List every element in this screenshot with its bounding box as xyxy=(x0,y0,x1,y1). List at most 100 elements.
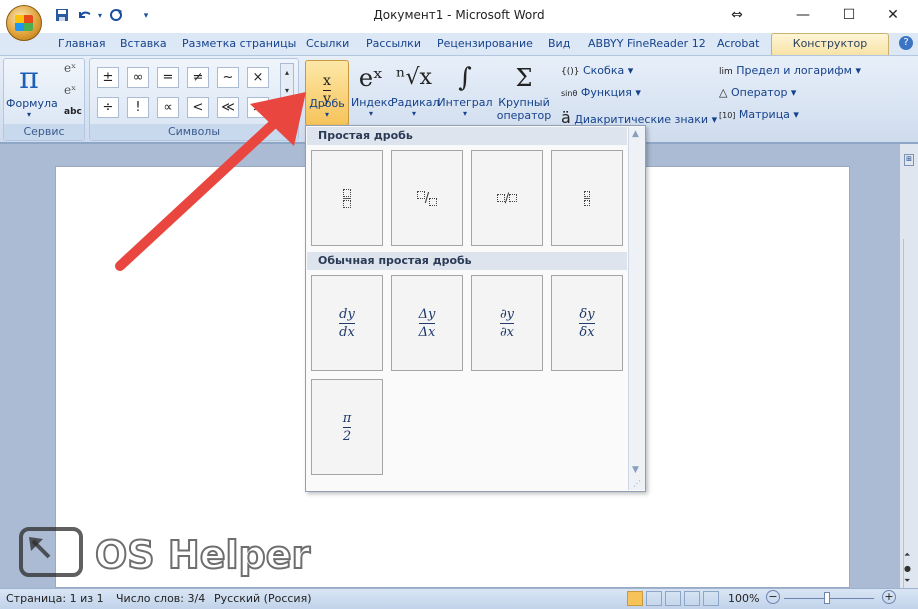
section-simple-fraction: Простая дробь xyxy=(307,127,627,145)
tab-view[interactable]: Вид xyxy=(548,37,570,55)
zoom-in-button[interactable]: + xyxy=(882,590,896,604)
tab-home[interactable]: Главная xyxy=(58,37,106,55)
symbol-less-than[interactable]: < xyxy=(187,97,209,118)
tab-review[interactable]: Рецензирование xyxy=(437,37,533,55)
status-bar: Страница: 1 из 1 Число слов: 3/4 Русский… xyxy=(0,588,918,609)
symbol-much-less[interactable]: ≪ xyxy=(217,97,239,118)
tab-abbyy[interactable]: ABBYY FineReader 12 xyxy=(588,37,706,55)
title-bar: Документ1 - Microsoft Word ▾ ▾ ⇔ — ☐ ✕ xyxy=(0,0,918,33)
matrix-button[interactable]: [10] Матрица ▾ xyxy=(719,108,799,121)
formula-button[interactable]: π Формула ▾ xyxy=(6,61,58,127)
symbol-equals[interactable]: = xyxy=(157,67,179,88)
office-logo-icon xyxy=(15,15,33,31)
large-operator-button[interactable]: Σ Крупный оператор xyxy=(493,60,555,126)
integral-button[interactable]: ∫ Интеграл ▾ xyxy=(437,60,493,126)
limit-icon: lim xyxy=(719,67,733,77)
fraction-button[interactable]: xy Дробь ▾ xyxy=(305,60,349,126)
watermark-cursor-icon xyxy=(19,527,83,577)
fraction-skewed[interactable]: / xyxy=(391,150,463,246)
help-icon[interactable]: ? xyxy=(899,36,913,50)
tab-mailings[interactable]: Рассылки xyxy=(366,37,421,55)
next-page-icon[interactable]: ⏷ xyxy=(904,576,910,586)
fraction-denominator: dx xyxy=(339,324,355,340)
function-button[interactable]: sinθ Функция ▾ xyxy=(561,86,641,99)
vertical-scrollbar[interactable]: ⊞ ⏶ ● ⏷ xyxy=(900,144,918,609)
symbol-divide[interactable]: ÷ xyxy=(97,97,119,118)
symbols-row-1: ± ∞ = ≠ ~ × xyxy=(97,67,269,88)
symbols-scroll[interactable]: ▴ ▾ ▾ xyxy=(280,63,294,121)
page-count[interactable]: Страница: 1 из 1 xyxy=(6,592,104,605)
zoom-out-button[interactable]: − xyxy=(766,590,780,604)
undo-dropdown-icon[interactable]: ▾ xyxy=(92,8,108,24)
web-layout-icon[interactable] xyxy=(665,591,681,606)
chevron-down-icon: ▾ xyxy=(462,109,467,118)
matrix-label: Матрица xyxy=(738,108,790,121)
linear-format-icon[interactable]: eˣ xyxy=(64,83,76,97)
fraction-icon: xy xyxy=(323,73,331,107)
symbol-factorial[interactable]: ! xyxy=(127,97,149,118)
scroll-up-icon[interactable]: ▲ xyxy=(632,129,639,139)
zoom-level[interactable]: 100% xyxy=(728,592,759,605)
fraction-partial-y-partial-x[interactable]: ∂y ∂x xyxy=(471,275,543,371)
limit-log-label: Предел и логарифм xyxy=(736,64,852,77)
symbol-not-equal[interactable]: ≠ xyxy=(187,67,209,88)
group-symbols: ± ∞ = ≠ ~ × ÷ ! ∝ < ≪ > ▴ ▾ ▾ Символы xyxy=(89,58,299,141)
bracket-label: Скобка xyxy=(582,64,625,77)
tab-design[interactable]: Конструктор xyxy=(771,33,889,55)
fraction-linear[interactable]: / xyxy=(471,150,543,246)
operator-button[interactable]: △ Оператор ▾ xyxy=(719,86,796,99)
normal-text-icon[interactable]: abc xyxy=(64,107,82,117)
prev-page-icon[interactable]: ⏶ xyxy=(904,550,910,560)
limit-log-button[interactable]: lim Предел и логарифм ▾ xyxy=(719,64,861,77)
tab-acrobat[interactable]: Acrobat xyxy=(717,37,759,55)
fraction-denominator: 2 xyxy=(342,428,352,444)
bracket-button[interactable]: {()} Скобка ▾ xyxy=(561,64,633,77)
group-service: π Формула ▾ eˣ eˣ abc Сервис xyxy=(3,58,85,141)
customize-qat-icon[interactable]: ▾ xyxy=(138,8,154,24)
symbol-times[interactable]: × xyxy=(247,67,269,88)
symbol-proportional[interactable]: ∝ xyxy=(157,97,179,118)
chevron-down-icon: ▾ xyxy=(324,110,329,119)
fraction-numerator: Δy xyxy=(418,306,436,322)
fraction-delta-y-delta-x[interactable]: Δy Δx xyxy=(391,275,463,371)
print-layout-icon[interactable] xyxy=(627,591,643,606)
office-button[interactable] xyxy=(6,5,42,41)
resize-grip-icon[interactable]: ⋰ xyxy=(633,479,641,488)
fraction-small-stacked[interactable] xyxy=(551,150,623,246)
fraction-small-delta[interactable]: δy δx xyxy=(551,275,623,371)
matrix-icon: [10] xyxy=(719,111,736,120)
outline-icon[interactable] xyxy=(684,591,700,606)
language-indicator[interactable]: Русский (Россия) xyxy=(214,592,312,605)
symbol-tilde[interactable]: ~ xyxy=(217,67,239,88)
symbol-plus-minus[interactable]: ± xyxy=(97,67,119,88)
scroll-down-icon[interactable]: ▼ xyxy=(632,465,639,475)
restore-arrows-icon[interactable]: ⇔ xyxy=(722,4,752,26)
fraction-stacked[interactable] xyxy=(311,150,383,246)
tab-page-layout[interactable]: Разметка страницы xyxy=(182,37,296,55)
word-count[interactable]: Число слов: 3/4 xyxy=(116,592,205,605)
gallery-scrollbar[interactable]: ▲ ▼ ⋰ xyxy=(628,127,645,490)
maximize-button[interactable]: ☐ xyxy=(834,4,864,26)
group-symbols-label: Символы xyxy=(90,124,298,140)
zoom-slider-thumb[interactable] xyxy=(824,592,830,604)
close-button[interactable]: ✕ xyxy=(878,4,908,26)
symbol-infinity[interactable]: ∞ xyxy=(127,67,149,88)
tab-references[interactable]: Ссылки xyxy=(306,37,349,55)
fraction-pi-over-2[interactable]: π2 xyxy=(311,379,383,475)
undo-icon[interactable] xyxy=(76,8,92,24)
radical-button[interactable]: ⁿ√x Радикал ▾ xyxy=(391,60,440,126)
redo-icon[interactable] xyxy=(108,8,124,24)
save-icon[interactable] xyxy=(54,8,70,24)
symbol-greater-than[interactable]: > xyxy=(247,97,269,118)
ribbon-tabs: Главная Вставка Разметка страницы Ссылки… xyxy=(0,33,918,55)
professional-format-icon[interactable]: eˣ xyxy=(64,61,76,75)
ruler-toggle-icon[interactable]: ⊞ xyxy=(904,154,914,166)
minimize-button[interactable]: — xyxy=(788,4,818,26)
full-screen-reading-icon[interactable] xyxy=(646,591,662,606)
browse-object-icon[interactable]: ● xyxy=(904,564,911,573)
large-operator-label-2: оператор xyxy=(496,109,552,122)
tab-insert[interactable]: Вставка xyxy=(120,37,167,55)
script-button[interactable]: eˣ Индекс ▾ xyxy=(351,60,394,126)
draft-icon[interactable] xyxy=(703,591,719,606)
fraction-dy-dx[interactable]: dy dx xyxy=(311,275,383,371)
